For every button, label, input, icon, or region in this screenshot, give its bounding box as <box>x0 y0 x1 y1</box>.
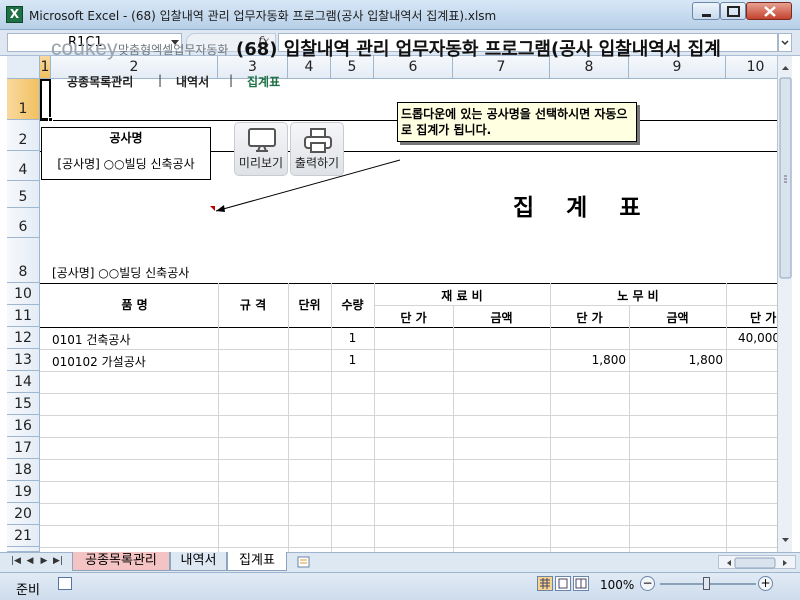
row-header-14[interactable]: 14 <box>7 371 40 393</box>
window-title: Microsoft Excel - (68) 입찰내역 관리 업무자동화 프로그… <box>29 9 497 23</box>
tab-bill-of-quantities[interactable]: 내역서 <box>170 552 227 571</box>
column-header-1[interactable]: 1 <box>40 56 51 79</box>
tab-work-type-list[interactable]: 공종목록관리 <box>72 552 170 571</box>
active-cell[interactable] <box>40 79 51 120</box>
macro-record-icon[interactable] <box>58 577 72 590</box>
nav-separator: | <box>229 73 234 87</box>
maximize-icon <box>727 6 740 17</box>
nav-summary[interactable]: 집계표 <box>247 73 280 90</box>
table-row-expense-unit[interactable]: 40,000 <box>738 331 777 345</box>
row-header-6[interactable]: 6 <box>7 208 40 238</box>
table-row-qty[interactable]: 1 <box>331 331 374 345</box>
nav-work-type-list[interactable]: 공종목록관리 <box>67 73 133 90</box>
tab-summary[interactable]: 집계표 <box>227 552 287 571</box>
preview-button[interactable]: 미리보기 <box>234 122 288 176</box>
column-header-10[interactable]: 10 <box>726 56 777 79</box>
zoom-in-button[interactable]: + <box>758 576 773 591</box>
scrollbar-arrows <box>779 66 792 542</box>
table-row-name[interactable]: 010102 가설공사 <box>52 353 217 370</box>
header-material-cost: 재 료 비 <box>441 289 483 303</box>
page-layout-icon <box>558 578 568 589</box>
table-row-name[interactable]: 0101 건축공사 <box>52 331 217 348</box>
row-header-16[interactable]: 16 <box>7 415 40 437</box>
table-row-labor-unit[interactable]: 1,800 <box>550 353 626 367</box>
row-header-8[interactable]: 8 <box>7 238 40 283</box>
coukey-tagline: 맞춤형엑셀업무자동화 <box>118 43 229 57</box>
project-name-dropdown[interactable]: [공사명] ○○빌딩 신축공사 <box>41 149 211 180</box>
printer-icon <box>304 128 332 153</box>
row-header-19[interactable]: 19 <box>7 481 40 503</box>
row-header-5[interactable]: 5 <box>7 181 40 208</box>
row-header-21[interactable]: 21 <box>7 525 40 547</box>
header-item-name: 품 명 <box>121 298 148 312</box>
print-button[interactable]: 출력하기 <box>290 122 344 176</box>
nav-bill-of-quantities[interactable]: 내역서 <box>176 73 209 90</box>
row-header-15[interactable]: 15 <box>7 393 40 415</box>
header-expense-unit-price: 단 가 <box>750 311 777 325</box>
summary-title: 집계표 <box>513 195 673 221</box>
row-header-10[interactable]: 10 <box>7 283 40 305</box>
insert-sheet-icon[interactable] <box>295 555 313 569</box>
close-icon <box>764 6 776 17</box>
select-all-corner[interactable] <box>7 56 40 79</box>
excel-app-icon[interactable]: X <box>6 6 23 23</box>
header-labor-unit-price: 단 가 <box>576 311 603 325</box>
normal-view-button[interactable] <box>537 576 553 591</box>
program-title: (68) 입찰내역 관리 업무자동화 프로그램(공사 입찰내역서 집계 <box>236 39 721 60</box>
table-row-labor-amount[interactable]: 1,800 <box>629 353 723 367</box>
chevron-down-icon <box>781 40 789 46</box>
zoom-level[interactable]: 100% <box>600 578 634 592</box>
monitor-icon <box>248 128 276 152</box>
page-break-view-button[interactable] <box>573 576 589 591</box>
header-material-unit-price: 단 가 <box>400 311 427 325</box>
row-header-12[interactable]: 12 <box>7 327 40 349</box>
horizontal-scrollbar[interactable] <box>718 555 796 569</box>
fill-handle[interactable] <box>48 117 53 122</box>
last-sheet-icon[interactable]: ▶| <box>52 555 64 568</box>
header-labor-cost: 노 무 비 <box>617 289 659 303</box>
project-name-label: 공사명 <box>41 127 211 150</box>
table-row-qty[interactable]: 1 <box>331 353 374 367</box>
first-sheet-icon[interactable]: |◀ <box>10 555 22 568</box>
row-header-17[interactable]: 17 <box>7 437 40 459</box>
zoom-out-button[interactable]: − <box>640 576 655 591</box>
summary-project-name: [공사명] ○○빌딩 신축공사 <box>52 266 190 280</box>
row-header-4[interactable]: 4 <box>7 151 40 181</box>
coukey-logo: coukey <box>51 37 118 60</box>
nav-separator: | <box>158 73 163 87</box>
vertical-scrollbar[interactable] <box>777 56 792 552</box>
row-header-13[interactable]: 13 <box>7 349 40 371</box>
status-bar <box>0 572 800 600</box>
new-sheet-icon <box>297 556 310 568</box>
page-layout-view-button[interactable] <box>555 576 571 591</box>
scrollbar-arrows <box>727 557 787 569</box>
row-header-11[interactable]: 11 <box>7 305 40 327</box>
row-header-2[interactable]: 2 <box>7 120 40 151</box>
header-quantity: 수량 <box>341 298 364 312</box>
row-header-18[interactable]: 18 <box>7 459 40 481</box>
page-break-icon <box>575 578 587 589</box>
next-sheet-icon[interactable]: ▶ <box>38 555 50 568</box>
prev-sheet-icon[interactable]: ◀ <box>24 555 36 568</box>
status-ready: 준비 <box>16 583 40 598</box>
header-labor-amount: 금액 <box>666 311 689 325</box>
comment-indicator <box>210 206 215 211</box>
header-spec: 규 격 <box>239 298 267 312</box>
zoom-slider-thumb[interactable] <box>703 577 710 590</box>
close-button[interactable] <box>746 2 792 20</box>
help-callout: 드롭다운에 있는 공사명을 선택하시면 자동으로 집계가 됩니다. <box>397 102 637 142</box>
minimize-button[interactable] <box>692 2 720 20</box>
minimize-icon <box>702 14 711 17</box>
maximize-button[interactable] <box>720 2 746 20</box>
row-header-20[interactable]: 20 <box>7 503 40 525</box>
expand-formula-bar-button[interactable] <box>778 33 792 52</box>
header-material-amount: 금액 <box>490 311 513 325</box>
header-unit: 단위 <box>298 298 321 312</box>
row-header-1[interactable]: 1 <box>7 79 40 120</box>
normal-view-icon <box>540 578 550 589</box>
